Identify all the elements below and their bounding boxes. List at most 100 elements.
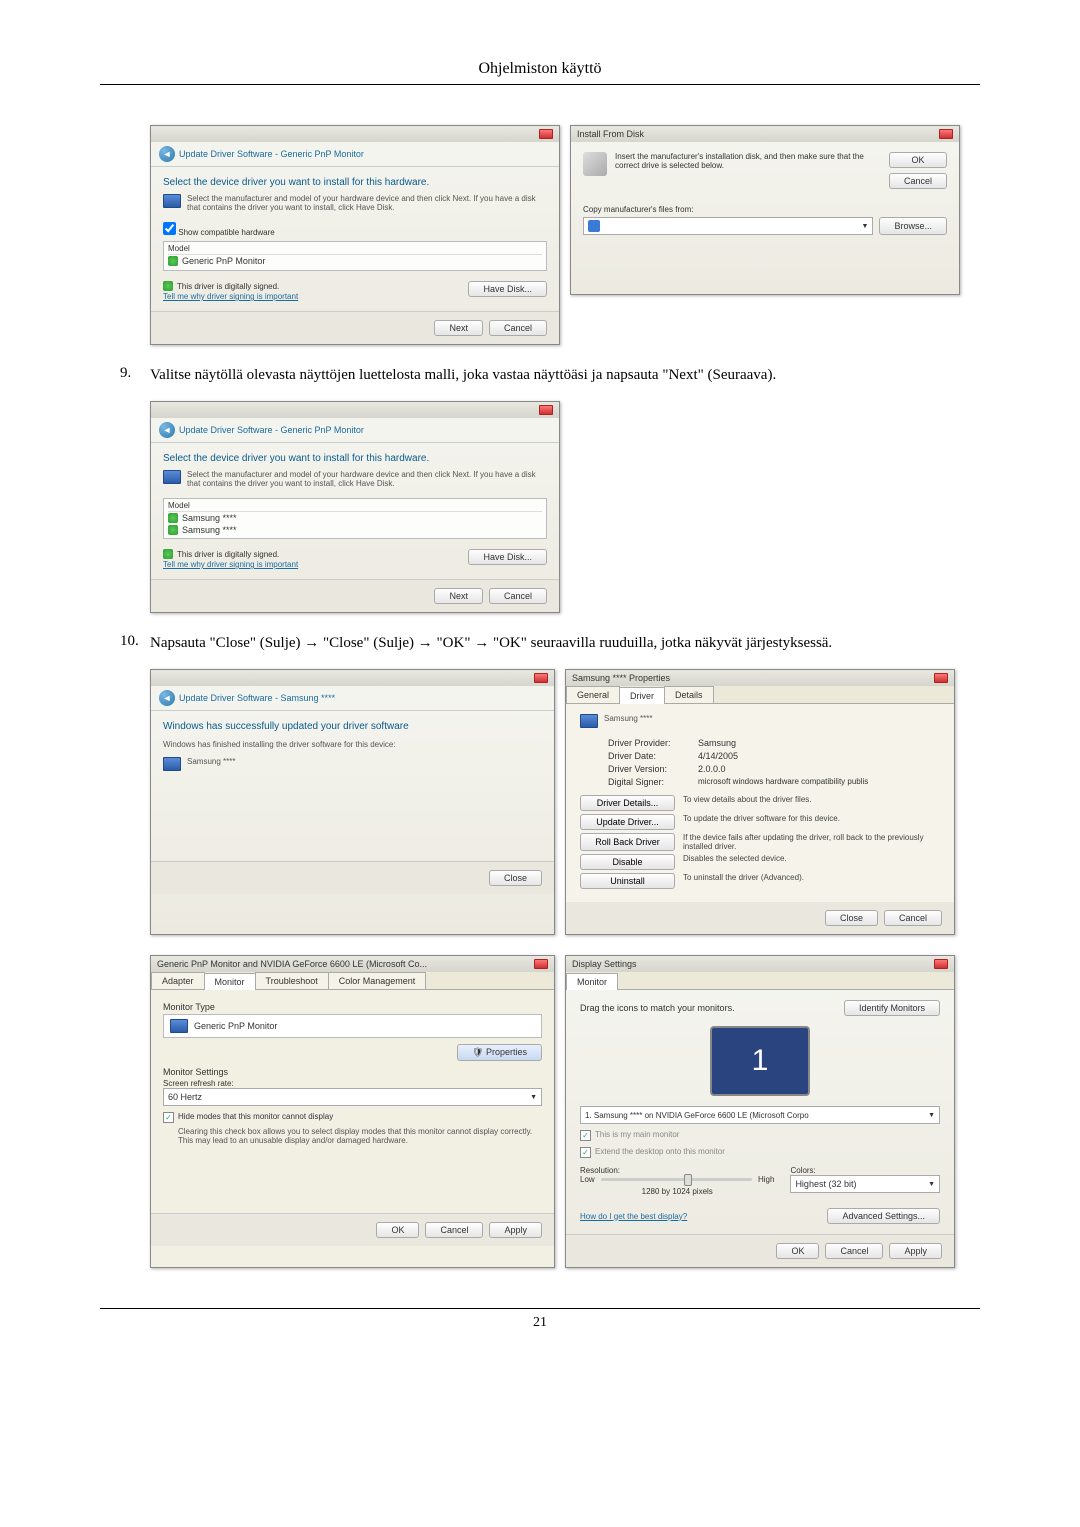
success-info: Windows has finished installing the driv… [163, 740, 542, 749]
signing-info-link[interactable]: Tell me why driver signing is important [163, 292, 298, 301]
apply-button[interactable]: Apply [489, 1222, 542, 1238]
shield-icon [163, 281, 173, 291]
provider-value: Samsung [698, 738, 736, 748]
breadcrumb: Update Driver Software - Generic PnP Mon… [179, 149, 364, 159]
chevron-down-icon: ▼ [530, 1094, 537, 1101]
close-button[interactable]: Close [825, 910, 878, 926]
resolution-slider[interactable]: Low High [580, 1175, 774, 1184]
colors-combo[interactable]: Highest (32 bit) ▼ [790, 1175, 940, 1193]
identify-monitors-button[interactable]: Identify Monitors [844, 1000, 940, 1016]
hide-modes-checkbox[interactable]: ✓ [163, 1112, 174, 1123]
close-button[interactable]: Close [489, 870, 542, 886]
chevron-down-icon: ▼ [928, 1112, 935, 1119]
uninstall-button[interactable]: Uninstall [580, 873, 675, 889]
cancel-button[interactable]: Cancel [889, 173, 947, 189]
signing-info-link[interactable]: Tell me why driver signing is important [163, 560, 298, 569]
advanced-settings-button[interactable]: Advanced Settings... [827, 1208, 940, 1224]
close-icon[interactable] [934, 673, 948, 683]
next-button[interactable]: Next [434, 588, 483, 604]
have-disk-button[interactable]: Have Disk... [468, 549, 547, 565]
monitor-type-value: Generic PnP Monitor [194, 1021, 277, 1031]
back-icon[interactable]: ◄ [159, 146, 175, 162]
date-value: 4/14/2005 [698, 751, 738, 761]
model-header: Model [168, 244, 542, 255]
close-icon[interactable] [939, 129, 953, 139]
cancel-button[interactable]: Cancel [489, 320, 547, 336]
properties-button[interactable]: 🛡 Properties [457, 1044, 542, 1061]
copy-from-combo[interactable]: ▼ [583, 217, 873, 235]
hide-modes-label: Hide modes that this monitor cannot disp… [178, 1112, 333, 1121]
tab-monitor[interactable]: Monitor [566, 973, 618, 990]
tab-monitor[interactable]: Monitor [204, 973, 256, 990]
step-text: Napsauta "Close" (Sulje) → "Close" (Sulj… [150, 633, 960, 654]
cancel-button[interactable]: Cancel [825, 1243, 883, 1259]
close-icon[interactable] [539, 405, 553, 415]
shield-icon [168, 256, 178, 266]
close-icon[interactable] [534, 673, 548, 683]
dialog-title: Samsung **** Properties [572, 673, 670, 683]
page-header: Ohjelmiston käyttö [100, 60, 980, 85]
shield-icon [163, 549, 173, 559]
dialog-info: Select the manufacturer and model of you… [187, 194, 547, 212]
dialog-heading: Windows has successfully updated your dr… [163, 721, 542, 732]
tab-general[interactable]: General [566, 686, 620, 703]
tab-color-management[interactable]: Color Management [328, 972, 427, 989]
rollback-driver-button[interactable]: Roll Back Driver [580, 833, 675, 851]
next-button[interactable]: Next [434, 320, 483, 336]
update-driver-button[interactable]: Update Driver... [580, 814, 675, 830]
ok-button[interactable]: OK [776, 1243, 819, 1259]
monitor-settings-label: Monitor Settings [163, 1067, 542, 1077]
back-icon[interactable]: ◄ [159, 690, 175, 706]
tab-details[interactable]: Details [664, 686, 714, 703]
hide-modes-note: Clearing this check box allows you to se… [178, 1127, 542, 1145]
dialog-title: Display Settings [572, 959, 637, 969]
apply-button[interactable]: Apply [889, 1243, 942, 1259]
model-header: Model [168, 501, 542, 512]
close-icon[interactable] [934, 959, 948, 969]
monitor-preview[interactable]: 1 [710, 1026, 810, 1096]
monitor-settings-dialog: Generic PnP Monitor and NVIDIA GeForce 6… [150, 955, 555, 1268]
show-compatible-checkbox[interactable] [163, 222, 176, 235]
monitor-icon [163, 757, 181, 771]
tab-adapter[interactable]: Adapter [151, 972, 205, 989]
step-text: Valitse näytöllä olevasta näyttöjen luet… [150, 365, 960, 386]
tab-troubleshoot[interactable]: Troubleshoot [255, 972, 329, 989]
refresh-rate-label: Screen refresh rate: [163, 1079, 542, 1088]
page-number: 21 [100, 1308, 980, 1331]
driver-details-desc: To view details about the driver files. [675, 795, 940, 811]
best-display-link[interactable]: How do I get the best display? [580, 1212, 687, 1221]
ok-button[interactable]: OK [889, 152, 947, 168]
back-icon[interactable]: ◄ [159, 422, 175, 438]
breadcrumb: Update Driver Software - Samsung **** [179, 693, 335, 703]
step-number: 10. [120, 633, 150, 654]
cancel-button[interactable]: Cancel [425, 1222, 483, 1238]
install-disk-info: Insert the manufacturer's installation d… [615, 152, 881, 189]
disable-button[interactable]: Disable [580, 854, 675, 870]
signer-label: Digital Signer: [608, 777, 698, 787]
refresh-rate-combo[interactable]: 60 Hertz ▼ [163, 1088, 542, 1106]
copy-from-label: Copy manufacturer's files from: [583, 205, 947, 214]
update-driver-desc: To update the driver software for this d… [675, 814, 940, 830]
extend-desktop-checkbox[interactable]: ✓ [580, 1147, 591, 1158]
close-icon[interactable] [539, 129, 553, 139]
shield-icon [168, 525, 178, 535]
cancel-button[interactable]: Cancel [489, 588, 547, 604]
close-icon[interactable] [534, 959, 548, 969]
main-monitor-checkbox[interactable]: ✓ [580, 1130, 591, 1141]
model-list-item[interactable]: Samsung **** [168, 524, 542, 536]
have-disk-button[interactable]: Have Disk... [468, 281, 547, 297]
model-list-item[interactable]: Generic PnP Monitor [168, 255, 542, 267]
drag-label: Drag the icons to match your monitors. [580, 1003, 735, 1013]
monitor-select-combo[interactable]: 1. Samsung **** on NVIDIA GeForce 6600 L… [580, 1106, 940, 1124]
tab-driver[interactable]: Driver [619, 687, 665, 704]
resolution-label: Resolution: [580, 1166, 774, 1175]
cancel-button[interactable]: Cancel [884, 910, 942, 926]
colors-label: Colors: [790, 1166, 940, 1175]
ok-button[interactable]: OK [376, 1222, 419, 1238]
browse-button[interactable]: Browse... [879, 217, 947, 235]
rollback-driver-desc: If the device fails after updating the d… [675, 833, 940, 851]
driver-details-button[interactable]: Driver Details... [580, 795, 675, 811]
step-9: 9. Valitse näytöllä olevasta näyttöjen l… [120, 365, 960, 386]
model-list-item[interactable]: Samsung **** [168, 512, 542, 524]
signed-label: This driver is digitally signed. [177, 282, 279, 291]
